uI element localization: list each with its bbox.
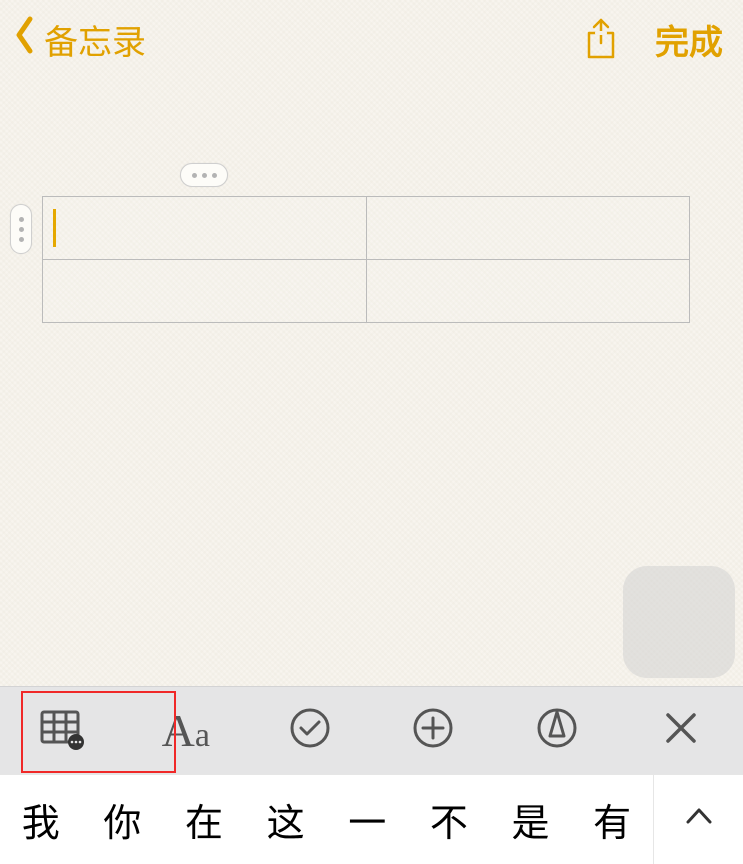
candidate-text: 你 (103, 803, 141, 845)
table-row (43, 197, 690, 260)
attach-button[interactable] (371, 687, 495, 774)
ime-candidate-bar: 我 你 在 这 一 不 是 有 (0, 774, 743, 864)
floating-button[interactable] (623, 566, 735, 678)
chevron-up-icon (684, 802, 714, 837)
back-button[interactable]: 备忘录 (8, 13, 146, 66)
table-column-handle[interactable] (180, 163, 228, 187)
draw-button[interactable] (495, 687, 619, 774)
candidate-item[interactable]: 你 (82, 792, 164, 847)
close-keyboard-button[interactable] (619, 687, 743, 774)
candidate-text: 是 (512, 803, 550, 845)
share-button[interactable] (583, 17, 619, 61)
done-label: 完成 (655, 24, 723, 62)
note-table[interactable] (42, 196, 690, 323)
candidate-item[interactable]: 在 (163, 792, 245, 847)
done-button[interactable]: 完成 (655, 15, 723, 64)
candidate-text: 在 (185, 803, 223, 845)
candidate-text: 一 (348, 803, 386, 845)
format-toolbar: Aa (0, 686, 743, 774)
back-label: 备忘录 (44, 15, 146, 64)
close-icon (662, 709, 700, 752)
plus-circle-icon (411, 706, 455, 755)
table-cell[interactable] (366, 197, 690, 260)
candidate-item[interactable]: 是 (490, 792, 572, 847)
table-tool-button[interactable] (0, 687, 124, 774)
candidate-text: 不 (430, 803, 468, 845)
check-circle-icon (288, 706, 332, 755)
note-content-area[interactable] (0, 78, 743, 686)
table-icon (38, 704, 86, 757)
candidate-text: 我 (22, 803, 60, 845)
candidate-text: 这 (267, 803, 305, 845)
candidate-text: 有 (593, 803, 631, 845)
candidate-item[interactable]: 一 (327, 792, 409, 847)
chevron-left-icon (8, 13, 42, 66)
text-format-icon: Aa (162, 704, 210, 757)
share-icon (583, 17, 619, 61)
checklist-button[interactable] (248, 687, 372, 774)
table-cell[interactable] (366, 260, 690, 323)
candidate-item[interactable]: 不 (408, 792, 490, 847)
table-cell[interactable] (43, 197, 367, 260)
candidate-item[interactable]: 这 (245, 792, 327, 847)
text-format-button[interactable]: Aa (124, 687, 248, 774)
text-cursor (53, 209, 56, 247)
header-bar: 备忘录 完成 (0, 0, 743, 78)
table-cell[interactable] (43, 260, 367, 323)
draw-icon (535, 706, 579, 755)
candidate-item[interactable]: 我 (0, 792, 82, 847)
candidate-item[interactable]: 有 (571, 792, 653, 847)
expand-candidates-button[interactable] (653, 775, 743, 864)
table-row-handle[interactable] (10, 204, 32, 254)
table-row (43, 260, 690, 323)
